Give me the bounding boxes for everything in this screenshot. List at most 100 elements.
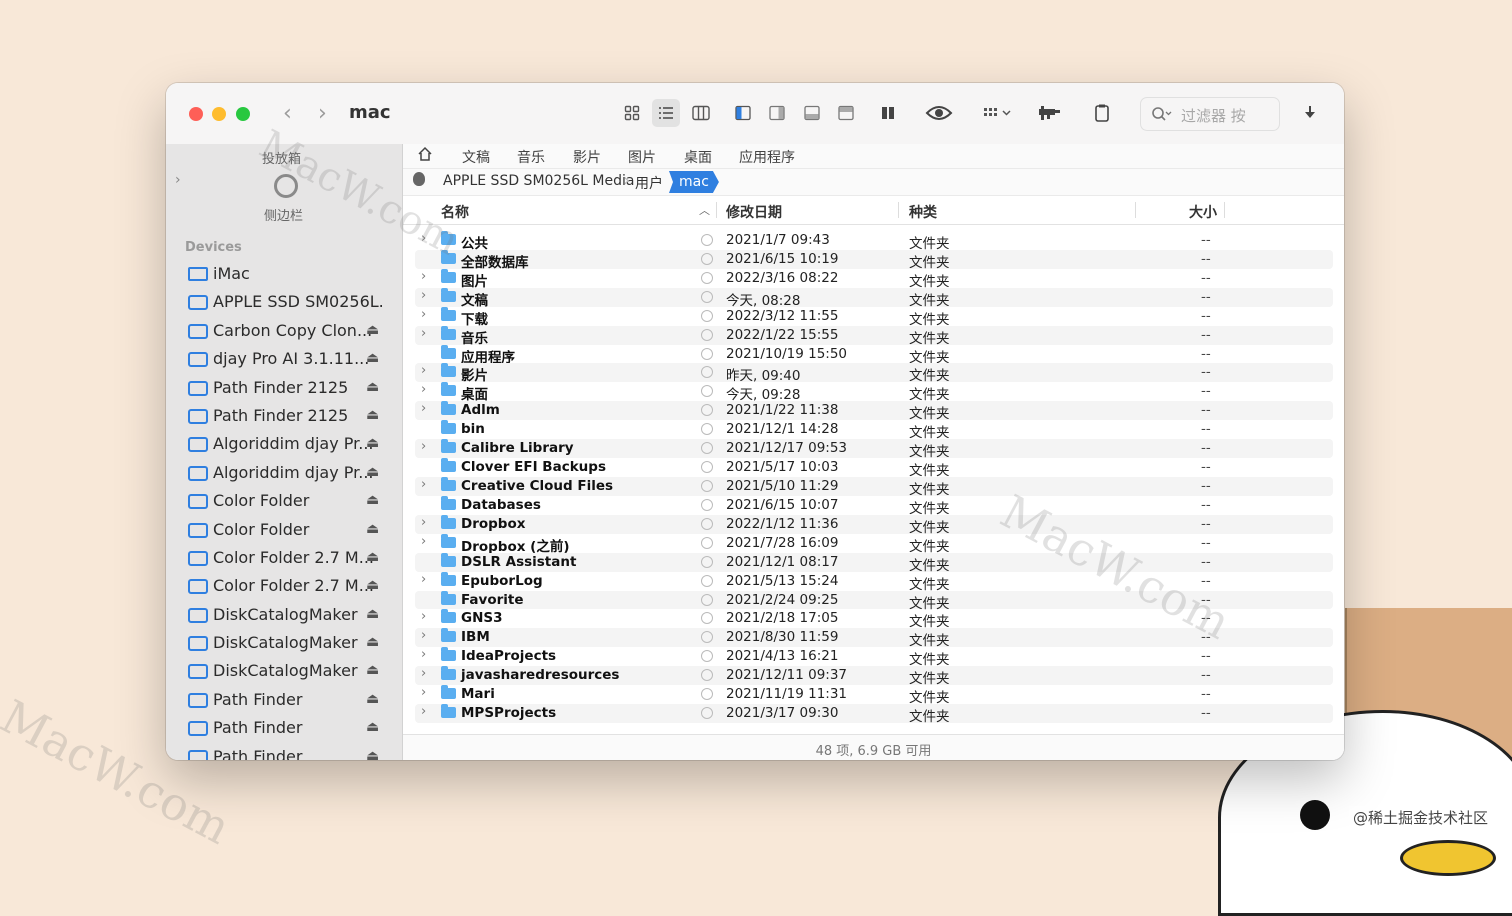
clipboard-button[interactable] — [1088, 99, 1116, 127]
path-item-disk[interactable]: APPLE SSD SM0256L Media — [443, 173, 634, 189]
eject-icon[interactable]: ⏏ — [366, 492, 379, 508]
file-row[interactable]: › 音乐 2022/1/22 15:55 文件夹 -- — [403, 325, 1344, 347]
disclosure-chevron-icon[interactable]: › — [421, 609, 426, 624]
column-name-header[interactable]: 名称 — [441, 202, 469, 222]
drop-stack-icon[interactable] — [274, 174, 298, 198]
disclosure-chevron-icon[interactable]: › — [421, 704, 426, 719]
eject-icon[interactable]: ⏏ — [366, 634, 379, 650]
file-row[interactable]: bin 2021/12/1 14:28 文件夹 -- — [403, 420, 1344, 441]
sidebar-item-device[interactable]: Color Folder ⏏ — [166, 488, 402, 516]
column-view-button[interactable] — [687, 99, 715, 127]
back-button[interactable]: ‹ — [283, 101, 292, 127]
disclosure-chevron-icon[interactable]: › — [421, 515, 426, 530]
favorite-applications[interactable]: 应用程序 — [739, 147, 795, 167]
favorite-movies[interactable]: 影片 — [573, 147, 601, 167]
disclosure-chevron-icon[interactable]: › — [421, 288, 426, 303]
sidebar-item-device[interactable]: DiskCatalogMaker ⏏ — [166, 658, 402, 686]
column-divider[interactable] — [898, 202, 899, 218]
sidebar-item-device[interactable]: Path Finder ⏏ — [166, 687, 402, 715]
column-kind-header[interactable]: 种类 — [909, 202, 937, 222]
sidebar-item-device[interactable]: Path Finder ⏏ — [166, 715, 402, 743]
disclosure-chevron-icon[interactable]: › — [421, 231, 426, 246]
quick-look-button[interactable] — [922, 99, 956, 127]
file-row[interactable]: › IBM 2021/8/30 11:59 文件夹 -- — [403, 628, 1344, 649]
tools-button[interactable] — [1032, 99, 1066, 127]
bottom-pane-button[interactable] — [798, 99, 826, 127]
disclosure-chevron-icon[interactable]: › — [421, 628, 426, 643]
sidebar-item-device[interactable]: DiskCatalogMaker ⏏ — [166, 630, 402, 658]
favorite-desktop[interactable]: 桌面 — [684, 147, 712, 167]
file-row[interactable]: DSLR Assistant 2021/12/1 08:17 文件夹 -- — [403, 552, 1344, 574]
file-row[interactable]: 应用程序 2021/10/19 15:50 文件夹 -- — [403, 344, 1344, 366]
left-pane-button[interactable] — [729, 99, 757, 127]
column-divider[interactable] — [716, 202, 717, 218]
eject-icon[interactable]: ⏏ — [366, 691, 379, 707]
disclosure-chevron-icon[interactable]: › — [421, 439, 426, 454]
download-button[interactable] — [1296, 99, 1324, 127]
disclosure-chevron-icon[interactable]: › — [421, 685, 426, 700]
sidebar-item-device[interactable]: Color Folder 2.7 M... ⏏ — [166, 545, 402, 573]
column-divider[interactable] — [1135, 202, 1136, 218]
eject-icon[interactable]: ⏏ — [366, 521, 379, 537]
sidebar-item-device[interactable]: Path Finder 2125 ⏏ — [166, 403, 402, 431]
favorite-documents[interactable]: 文稿 — [462, 147, 490, 167]
file-row[interactable]: › 公共 2021/1/7 09:43 文件夹 -- — [403, 231, 1344, 252]
disclosure-chevron-icon[interactable]: › — [421, 401, 426, 416]
column-size-header[interactable]: 大小 — [1189, 202, 1217, 222]
eject-icon[interactable]: ⏏ — [366, 379, 379, 395]
file-row[interactable]: › 下载 2022/3/12 11:55 文件夹 -- — [403, 306, 1344, 328]
eject-icon[interactable]: ⏏ — [366, 662, 379, 678]
disclosure-chevron-icon[interactable]: › — [421, 534, 426, 549]
file-row[interactable]: › 桌面 今天, 09:28 文件夹 -- — [403, 382, 1344, 403]
sort-ascending-icon[interactable]: ︿ — [699, 202, 710, 218]
file-row[interactable]: › Calibre Library 2021/12/17 09:53 文件夹 -- — [403, 439, 1344, 460]
eject-icon[interactable]: ⏏ — [366, 748, 379, 760]
zoom-button[interactable] — [236, 107, 250, 121]
minimize-button[interactable] — [212, 107, 226, 121]
file-row[interactable]: Databases 2021/6/15 10:07 文件夹 -- — [403, 495, 1344, 517]
right-pane-button[interactable] — [763, 99, 791, 127]
file-row[interactable]: Clover EFI Backups 2021/5/17 10:03 文件夹 -- — [403, 458, 1344, 479]
file-row[interactable]: › 文稿 今天, 08:28 文件夹 -- — [403, 287, 1344, 309]
eject-icon[interactable]: ⏏ — [366, 719, 379, 735]
icon-view-button[interactable] — [618, 99, 646, 127]
file-row[interactable]: 全部数据库 2021/6/15 10:19 文件夹 -- — [403, 249, 1344, 271]
sidebar-item-device[interactable]: Path Finder 2125 ⏏ — [166, 375, 402, 403]
sidebar-item-device[interactable]: iMac — [166, 261, 402, 289]
sidebar-item-device[interactable]: Algoriddim djay Pr... ⏏ — [166, 431, 402, 459]
file-row[interactable]: › 影片 昨天, 09:40 文件夹 -- — [403, 363, 1344, 384]
file-row[interactable]: › Dropbox (之前) 2021/7/28 16:09 文件夹 -- — [403, 533, 1344, 555]
sidebar-item-device[interactable]: djay Pro AI 3.1.11... ⏏ — [166, 346, 402, 374]
disclosure-chevron-icon[interactable]: › — [421, 382, 426, 397]
eject-icon[interactable]: ⏏ — [366, 435, 379, 451]
file-row[interactable]: › Adlm 2021/1/22 11:38 文件夹 -- — [403, 401, 1344, 422]
disclosure-chevron-icon[interactable]: › — [421, 326, 426, 341]
sidebar-item-device[interactable]: APPLE SSD SM0256L... — [166, 289, 402, 317]
disclosure-chevron-icon[interactable]: › — [421, 477, 426, 492]
favorite-pictures[interactable]: 图片 — [628, 147, 656, 167]
disclosure-chevron-icon[interactable]: › — [421, 647, 426, 662]
disclosure-chevron-icon[interactable]: › — [421, 269, 426, 284]
eject-icon[interactable]: ⏏ — [366, 350, 379, 366]
disclosure-chevron-icon[interactable]: › — [421, 572, 426, 587]
file-row[interactable]: › 图片 2022/3/16 08:22 文件夹 -- — [403, 268, 1344, 290]
sidebar-item-device[interactable]: DiskCatalogMaker ⏏ — [166, 602, 402, 630]
dual-pane-button[interactable] — [874, 99, 902, 127]
path-item-users[interactable]: 用户 — [635, 173, 663, 193]
file-row[interactable]: › Creative Cloud Files 2021/5/10 11:29 文件夹 -… — [403, 476, 1344, 498]
sidebar-item-device[interactable]: Color Folder 2.7 M... ⏏ — [166, 573, 402, 601]
file-row[interactable]: › IdeaProjects 2021/4/13 16:21 文件夹 -- — [403, 647, 1344, 668]
disclosure-chevron-icon[interactable]: › — [421, 666, 426, 681]
filter-search-field[interactable]: 过滤器 按 — [1140, 97, 1280, 131]
file-row[interactable]: › Mari 2021/11/19 11:31 文件夹 -- — [403, 685, 1344, 706]
column-date-header[interactable]: 修改日期 — [726, 202, 782, 222]
eject-icon[interactable]: ⏏ — [366, 407, 379, 423]
disclosure-chevron-icon[interactable]: › — [421, 363, 426, 378]
disclosure-chevron-icon[interactable]: › — [421, 307, 426, 322]
file-row[interactable]: › MPSProjects 2021/3/17 09:30 文件夹 -- — [403, 704, 1344, 725]
eject-icon[interactable]: ⏏ — [366, 577, 379, 593]
group-menu-button[interactable] — [980, 99, 1016, 127]
file-row[interactable]: Favorite 2021/2/24 09:25 文件夹 -- — [403, 590, 1344, 612]
home-icon[interactable] — [417, 146, 433, 162]
forward-button[interactable]: › — [318, 101, 327, 127]
